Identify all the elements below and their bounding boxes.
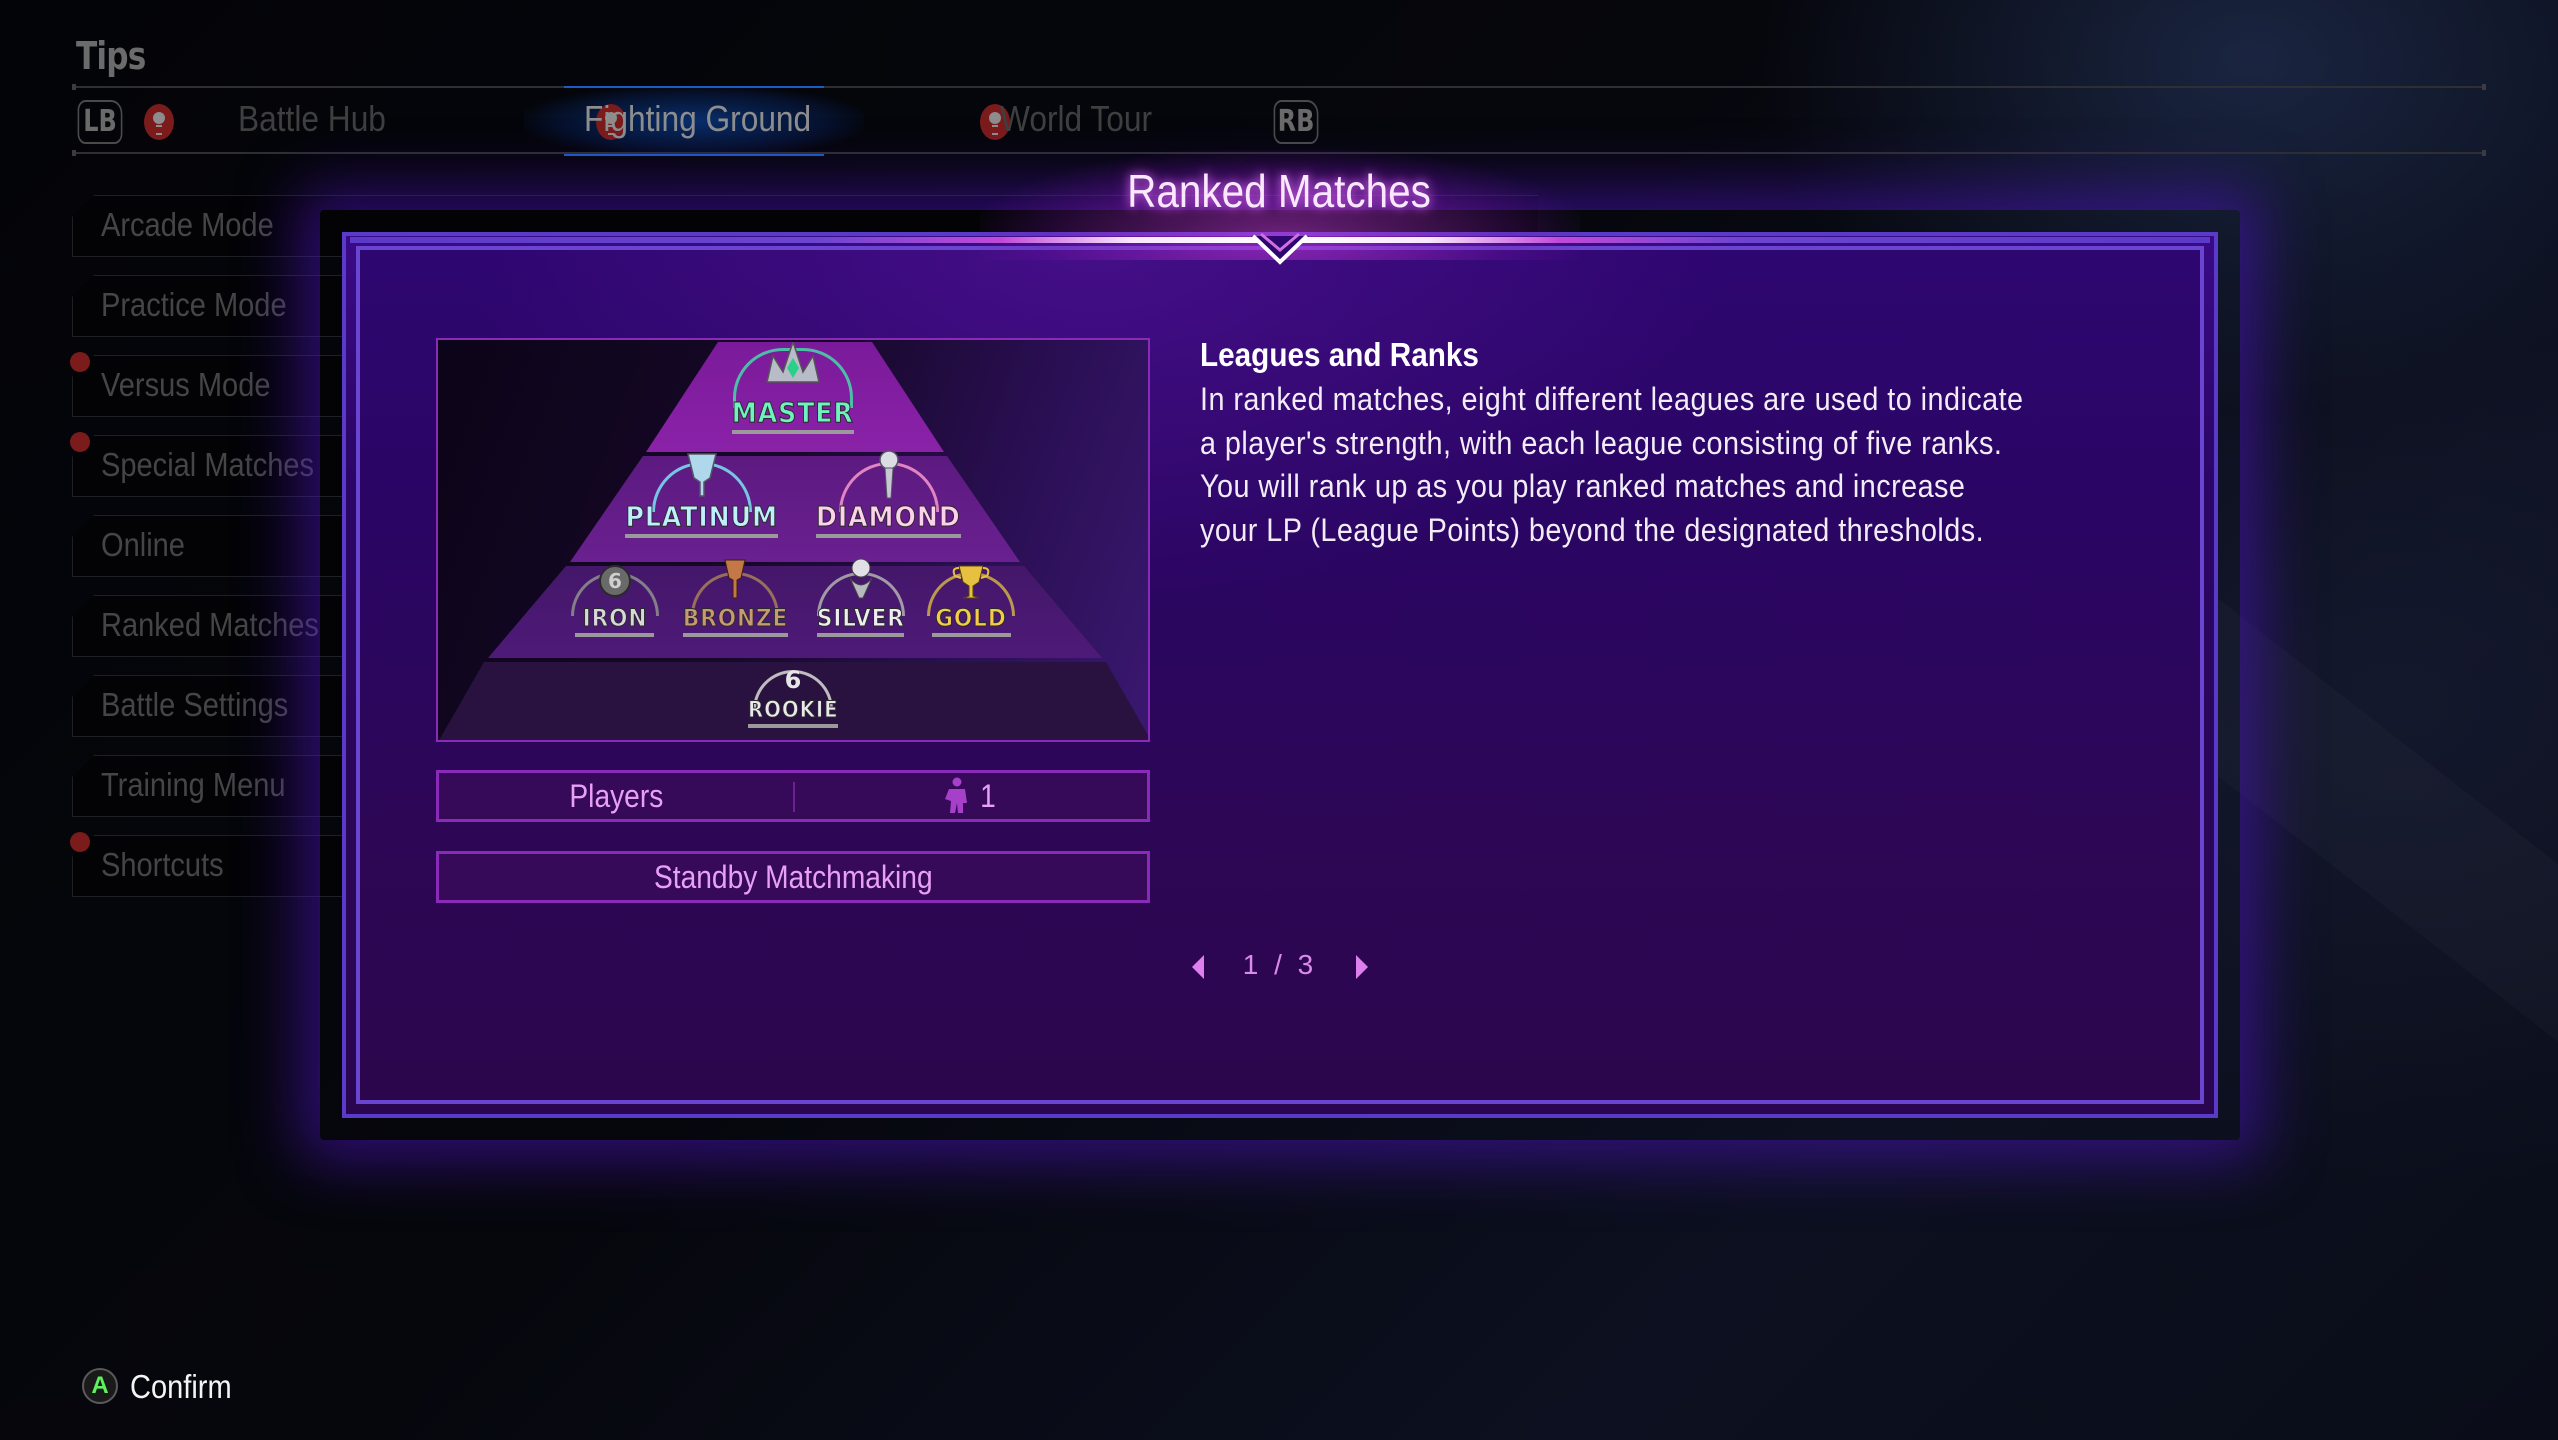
badge-base [732, 430, 854, 434]
players-count: 1 [793, 773, 1147, 819]
badge-base [682, 633, 788, 637]
bronze-trophy-icon [724, 559, 746, 599]
sidebar-item-label: Shortcuts [101, 846, 224, 883]
tier-rookie-badges: 6 ROOKIE [438, 666, 1148, 728]
badge-name: ROOKIE [747, 698, 839, 724]
badge-iron: 6 IRON [570, 565, 659, 637]
standby-matchmaking-label: Standby Matchmaking [653, 859, 933, 895]
rookie-emblem-icon: 6 [785, 666, 802, 694]
description-heading: Leagues and Ranks [1200, 336, 1479, 373]
header-divider-top [72, 84, 2486, 90]
badge-name: BRONZE [682, 604, 788, 633]
badge-diamond: DIAMOND [808, 450, 969, 538]
sidebar-item-label: Battle Settings [101, 686, 289, 723]
iron-emblem-icon: 6 [598, 565, 631, 597]
badge-platinum: PLATINUM [617, 453, 786, 538]
sidebar-item-label: Special Matches [101, 446, 315, 483]
new-indicator-dot [70, 352, 90, 372]
gold-trophy-icon [953, 565, 990, 599]
platinum-trophy-icon [686, 453, 717, 497]
diamond-trophy-icon [878, 450, 899, 499]
players-label: Players [439, 773, 793, 819]
description-line: In ranked matches, eight different leagu… [1200, 381, 2024, 417]
page-indicator: 1 / 3 [1180, 947, 1380, 987]
description-line: a player's strength, with each league co… [1200, 424, 2003, 461]
badge-name: PLATINUM [625, 500, 778, 534]
badge-gold: GOLD [927, 565, 1016, 637]
badge-base [816, 534, 961, 538]
a-button-icon: A [82, 1368, 118, 1404]
crown-icon [766, 342, 820, 383]
players-info-bar: Players 1 [436, 770, 1150, 822]
badge-bronze: BRONZE [677, 559, 794, 637]
sidebar-item-label: Training Menu [101, 766, 286, 803]
badge-name: SILVER [816, 604, 905, 633]
badge-base [931, 633, 1011, 637]
badge-base [625, 534, 778, 538]
badge-base [816, 633, 905, 637]
title-notch-icon [1251, 232, 1309, 265]
tier-master-badges: MASTER [438, 342, 1148, 434]
badge-name: IRON [582, 604, 647, 633]
silver-trophy-icon [849, 558, 872, 599]
tab-battle-hub[interactable]: Battle Hub [238, 98, 386, 140]
players-count-value: 1 [980, 778, 996, 814]
svg-text:6: 6 [608, 569, 622, 593]
badge-name: MASTER [732, 396, 854, 430]
new-indicator-dot [70, 832, 90, 852]
svg-text:6: 6 [785, 666, 802, 694]
sidebar-item-label: Practice Mode [101, 286, 287, 323]
page-number: 1 / 3 [1242, 949, 1318, 980]
badge-base [575, 633, 655, 637]
badge-silver: SILVER [812, 558, 910, 637]
tier-upper-badges: PLATINUM DIAMOND [438, 450, 1148, 538]
badge-base [747, 724, 839, 728]
tab-fighting-ground[interactable]: Fighting Ground [584, 98, 811, 140]
category-tabs: LB Battle Hub Fighting Ground World Tour… [72, 86, 2486, 156]
tier-middle-badges: 6 IRON BRONZE SILVER GOLD [438, 558, 1148, 637]
description-line: You will rank up as you play ranked matc… [1200, 468, 1966, 504]
description-line: your LP (League Points) beyond the desig… [1200, 511, 1985, 548]
badge-name: DIAMOND [816, 500, 962, 534]
tab-fighting-ground-label: Fighting Ground [584, 98, 812, 139]
badge-rookie: 6 ROOKIE [743, 666, 844, 728]
new-indicator-dot [70, 432, 90, 452]
badge-master: MASTER [725, 342, 861, 434]
tip-description: Leagues and Ranks In ranked matches, eig… [1200, 336, 2160, 552]
sidebar-item-label: Online [101, 526, 185, 563]
page-title: Tips [76, 34, 146, 78]
panel-title: Ranked Matches [1127, 165, 1431, 217]
confirm-label: Confirm [130, 1368, 232, 1405]
badge-name: GOLD [935, 604, 1008, 633]
rb-button-icon[interactable]: RB [1273, 100, 1319, 144]
league-pyramid-image: MASTER PLATINUM DIAMOND 6 IRON BRONZE SI… [436, 338, 1150, 742]
players-label-text: Players [569, 778, 663, 814]
player-figure-icon [945, 777, 968, 813]
standby-matchmaking-button[interactable]: Standby Matchmaking [436, 851, 1150, 903]
sidebar-item-label: Versus Mode [101, 366, 271, 403]
next-page-arrow-icon[interactable] [1356, 955, 1368, 979]
tip-bulb-icon [144, 104, 174, 140]
tab-world-tour[interactable]: World Tour [1000, 98, 1152, 140]
lb-button-icon[interactable]: LB [77, 100, 123, 144]
sidebar-item-label: Ranked Matches [101, 606, 319, 643]
